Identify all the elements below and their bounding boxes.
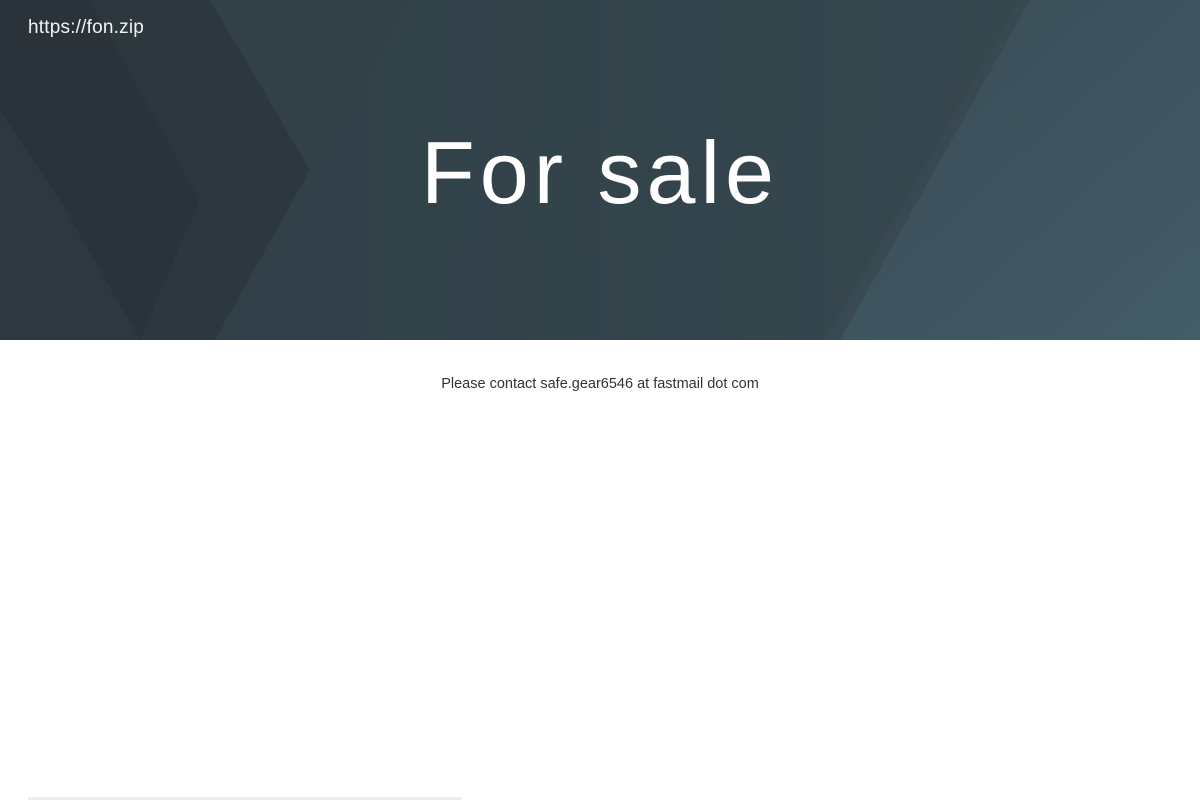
contact-message: Please contact safe.gear6546 at fastmail… [441,376,759,392]
page-title: For sale [421,123,779,222]
site-url-link[interactable]: https://fon.zip [28,15,144,41]
hero-banner: https://fon.zip For sale [0,0,1200,340]
